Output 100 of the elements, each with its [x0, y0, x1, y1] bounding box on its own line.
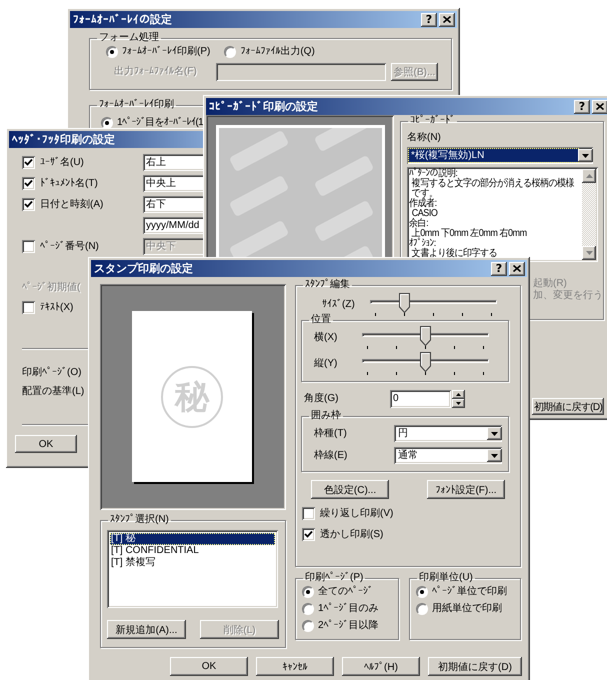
close-icon	[596, 103, 604, 110]
caret-icon	[491, 454, 498, 458]
field-label: 名称(N)	[407, 132, 441, 144]
up-arrow-icon	[456, 393, 461, 396]
slider-label: 横(X)	[314, 332, 338, 344]
radio-label: 2ﾍﾟｰｼﾞ目以降	[318, 620, 379, 632]
radio-button[interactable]	[302, 603, 314, 615]
window-title: ｺﾋﾟｰｶﾞｰﾄﾞ印刷の設定	[209, 100, 318, 112]
field-label: 角度(G)	[304, 393, 340, 405]
group-label: ｽﾀﾝﾌﾟ選択(N)	[109, 514, 170, 526]
group-label: ｽﾀﾝﾌﾟ編集	[304, 279, 351, 291]
checkbox-label: 繰り返し印刷(V)	[320, 508, 394, 520]
dropdown[interactable]: *桜(複写無効)LN	[407, 147, 593, 164]
spin-down-button[interactable]	[452, 399, 465, 408]
slider-thumb[interactable]	[420, 326, 431, 346]
slider-thumb[interactable]	[420, 352, 431, 372]
checkbox[interactable]	[22, 240, 35, 253]
ok-button[interactable]: OK	[170, 657, 248, 676]
help-button[interactable]: ﾍﾙﾌﾟ(H)	[342, 657, 420, 676]
description-line: 複写すると文字の部分が消える桜柄の模様	[412, 179, 574, 189]
close-icon	[443, 16, 451, 23]
option-text: 加、変更を行う	[533, 290, 603, 302]
dropdown[interactable]: 通常	[394, 447, 502, 464]
reset-button[interactable]: 初期値に戻す(D)	[532, 398, 604, 415]
radio-button[interactable]	[224, 46, 236, 58]
group-label: 囲み枠	[310, 410, 342, 422]
ok-button[interactable]: OK	[15, 435, 77, 453]
window-title: スタンプ印刷の設定	[94, 262, 193, 274]
help-button[interactable]: ?	[574, 100, 590, 114]
list-item[interactable]: [T] CONFIDENTIAL	[110, 545, 275, 557]
slider-label: ｻｲｽﾞ(Z)	[322, 299, 356, 311]
group-label: 印刷ﾍﾟｰｼﾞ(P)	[304, 572, 364, 584]
group-label: フォーム処理	[98, 32, 160, 44]
slider[interactable]	[362, 326, 489, 350]
list-item[interactable]: [T] 禁複写	[110, 557, 275, 569]
down-arrow-icon	[456, 402, 461, 405]
checkbox-label: ﾍﾟｰｼﾞ番号(N)	[40, 240, 99, 252]
radio-label: 全てのﾍﾟｰｼﾞ	[318, 586, 373, 598]
input-field[interactable]: 0	[390, 390, 451, 408]
description-line: です。	[412, 189, 438, 199]
checkbox[interactable]	[302, 507, 315, 520]
help-button[interactable]: ?	[421, 12, 437, 26]
option-text: 起動(R)	[533, 278, 567, 289]
group-label: 位置	[310, 314, 332, 326]
checkbox[interactable]	[22, 301, 35, 314]
window-title: ﾌｫｰﾑｵｰﾊﾞｰﾚｲの設定	[73, 14, 172, 26]
group-label: ｺﾋﾟｰｶﾞｰﾄﾞ	[409, 115, 456, 127]
window-title: ﾍｯﾀﾞ･ﾌｯﾀ印刷の設定	[12, 134, 115, 146]
slider-label: 縦(Y)	[314, 358, 338, 370]
down-arrow-icon	[586, 251, 592, 255]
radio-label: ﾌｫｰﾑﾌｧｲﾙ出力(Q)	[240, 46, 315, 58]
reset-button[interactable]: 初期値に戻す(D)	[428, 657, 522, 676]
checkbox-label: ﾃｷｽﾄ(X)	[40, 302, 74, 314]
field-label: 出力ﾌｫｰﾑﾌｧｲﾙ名(F)	[114, 66, 198, 78]
radio-button[interactable]	[106, 46, 118, 58]
close-button[interactable]	[592, 100, 607, 114]
field-label: ﾍﾟｰｼﾞ初期値(	[22, 282, 80, 294]
radio-button[interactable]	[101, 117, 113, 129]
checkbox[interactable]	[22, 177, 35, 190]
checkbox-label: ﾕｰｻﾞ名(U)	[40, 156, 84, 168]
checkbox-label: 透かし印刷(S)	[320, 528, 384, 540]
description-line: 余白:	[409, 219, 428, 229]
checkbox-label: ﾄﾞｷｭﾒﾝﾄ名(T)	[40, 178, 98, 190]
slider-thumb[interactable]	[399, 293, 410, 313]
radio-label: ﾍﾟｰｼﾞ単位で印刷	[432, 586, 507, 598]
dropdown-button[interactable]	[487, 449, 502, 462]
up-arrow-icon	[586, 174, 592, 178]
dropdown[interactable]: 円	[394, 425, 502, 442]
close-icon	[513, 265, 521, 272]
radio-button[interactable]	[302, 620, 314, 632]
radio-button[interactable]	[416, 586, 428, 598]
add-button[interactable]: 新規追加(A)...	[107, 620, 186, 639]
radio-label: 1ﾍﾟｰｼﾞ目のみ	[318, 603, 379, 615]
color-settings-button[interactable]: 色設定(C)...	[311, 480, 389, 499]
radio-button[interactable]	[302, 586, 314, 598]
scrollbar[interactable]	[582, 169, 596, 260]
group-label: 印刷単位(U)	[418, 572, 474, 584]
list-item[interactable]: [T] 秘	[110, 533, 275, 545]
checkbox[interactable]	[302, 528, 315, 541]
close-button[interactable]	[439, 12, 455, 26]
checkbox[interactable]	[22, 198, 35, 211]
font-settings-button[interactable]: ﾌｫﾝﾄ設定(F)...	[427, 480, 505, 499]
slider[interactable]	[362, 352, 489, 376]
description-line: 上0mm 下0mm 左0mm 右0mm	[412, 229, 527, 239]
radio-button[interactable]	[416, 603, 428, 615]
field-label: 配置の基準(L)	[22, 386, 84, 398]
slider[interactable]	[370, 293, 497, 317]
dropdown-button[interactable]	[578, 149, 593, 162]
field-label: 枠線(E)	[314, 450, 348, 462]
cancel-button[interactable]: ｷｬﾝｾﾙ	[256, 657, 334, 676]
group-label: ﾌｫｰﾑｵｰﾊﾞｰﾚｲ印刷	[98, 99, 175, 111]
checkbox-label: 日付と時刻(A)	[40, 198, 104, 210]
spin-up-button[interactable]	[452, 390, 465, 399]
checkbox[interactable]	[22, 156, 35, 169]
close-button[interactable]	[509, 262, 525, 276]
radio-label: ﾌｫｰﾑｵｰﾊﾞｰﾚｲ印刷(P)	[122, 46, 210, 58]
radio-label: 用紙単位で印刷	[432, 603, 502, 615]
dropdown-button[interactable]	[487, 427, 502, 440]
help-button[interactable]: ?	[491, 262, 507, 276]
description-line: ｵﾌﾟｼｮﾝ:	[409, 239, 436, 249]
